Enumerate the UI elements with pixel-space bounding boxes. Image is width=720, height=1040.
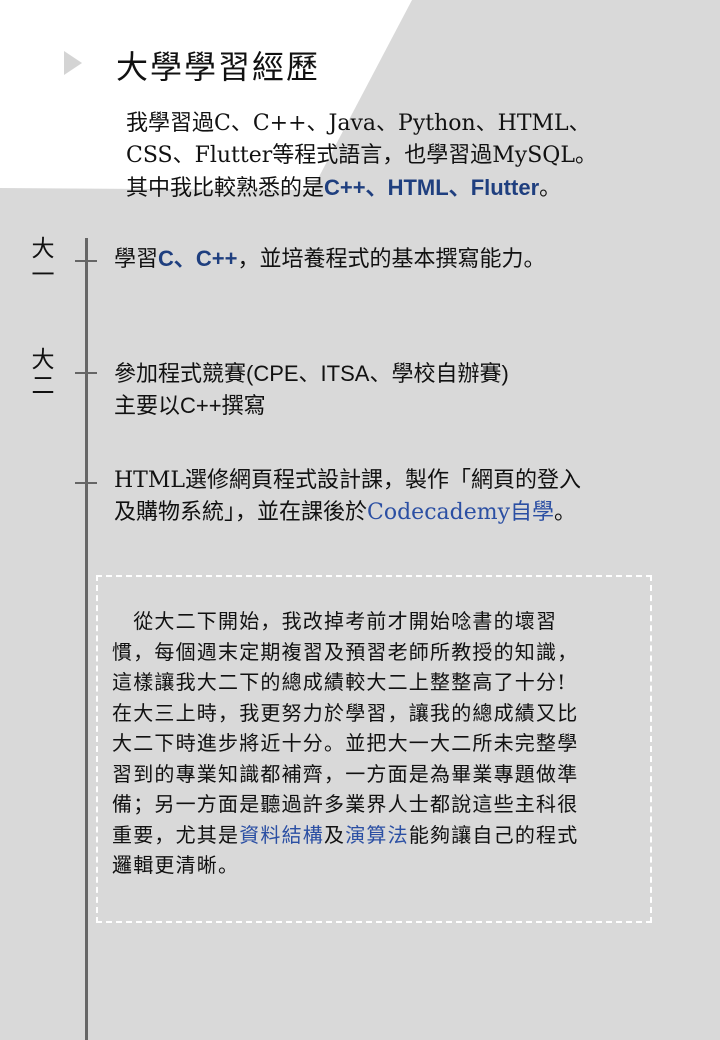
note-line: 慣，每個週末定期複習及預習老師所教授的知識， [112, 639, 579, 664]
year-char: 大 [31, 236, 55, 262]
note-paragraph: 從大二下開始，我改掉考前才開始唸書的壞習 慣，每個週末定期複習及預習老師所教授的… [112, 606, 642, 881]
note-line: 這樣讓我大二下的總成績較大二上整整高了十分! [112, 670, 567, 694]
item-highlight: C、C++ [158, 246, 238, 271]
note-line: 備；另一方面是聽過許多業界人士都說這些主科很 [112, 792, 579, 816]
item-line: HTML選修網頁程式設計課，製作「網頁的登入 [114, 468, 581, 493]
note-line: 大二下時進步將近十分。並把大一大二所未完整學 [112, 731, 579, 755]
item-text: 。 [554, 500, 577, 525]
note-line: 邏輯更清晰。 [112, 853, 240, 877]
item-line: 及購物系統」，並在課後於Codecademy自學。 [114, 497, 581, 529]
year-char: 二 [31, 373, 55, 399]
intro-text: 。 [539, 176, 562, 201]
year-label-sophomore: 大 二 [30, 347, 56, 399]
item-text: 及購物系統」，並在課後於 [114, 500, 368, 525]
timeline-item-html-course: HTML選修網頁程式設計課，製作「網頁的登入 及購物系統」，並在課後於Codec… [114, 465, 581, 529]
timeline-tick [75, 482, 97, 484]
page-title: 大學學習經歷 [116, 48, 321, 86]
item-line: 參加程式競賽(CPE、ITSA、學校自辦賽) [114, 361, 509, 386]
note-line: 從大二下開始，我改掉考前才開始唸書的壞習 [112, 609, 558, 633]
timeline-line [85, 238, 88, 1040]
data-structures-text: 資料結構 [239, 822, 325, 847]
intro-line: 其中我比較熟悉的是C++、HTML、Flutter。 [126, 172, 666, 205]
intro-text: 其中我比較熟悉的是 [126, 176, 325, 201]
year-label-freshman: 大 一 [30, 236, 56, 288]
item-line: 主要以C++撰寫 [114, 393, 266, 418]
intro-highlight: C++、HTML、Flutter [324, 175, 540, 200]
note-line: 重要，尤其是資料結構及演算法能夠讓自己的程式 [112, 820, 642, 851]
triangle-bullet-icon [64, 51, 82, 75]
note-line: 在大三上時，我更努力於學習，讓我的總成績又比 [112, 700, 579, 725]
timeline-item-contest: 參加程式競賽(CPE、ITSA、學校自辦賽) 主要以C++撰寫 [114, 358, 509, 422]
note-line: 習到的專業知識都補齊，一方面是為畢業專題做準 [112, 761, 579, 786]
note-text: 重要，尤其是 [112, 822, 240, 847]
intro-line: CSS、Flutter等程式語言，也學習過MySQL。 [126, 143, 597, 168]
item-text: ，並培養程式的基本撰寫能力。 [237, 247, 546, 272]
intro-line: 我學習過C、C++、Java、Python、HTML、 [126, 111, 591, 136]
item-text: 學習 [114, 247, 159, 272]
timeline-item-freshman: 學習C、C++，並培養程式的基本撰寫能力。 [114, 243, 546, 276]
year-char: 大 [31, 347, 55, 373]
timeline-tick [75, 260, 97, 262]
year-char: 一 [31, 262, 55, 288]
note-text: 能夠讓自己的程式 [408, 822, 579, 847]
codecademy-text: Codecademy自學 [367, 500, 555, 525]
algorithms-text: 演算法 [345, 822, 409, 847]
note-text: 及 [324, 822, 346, 847]
intro-paragraph: 我學習過C、C++、Java、Python、HTML、 CSS、Flutter等… [126, 108, 666, 205]
timeline-tick [75, 372, 97, 374]
